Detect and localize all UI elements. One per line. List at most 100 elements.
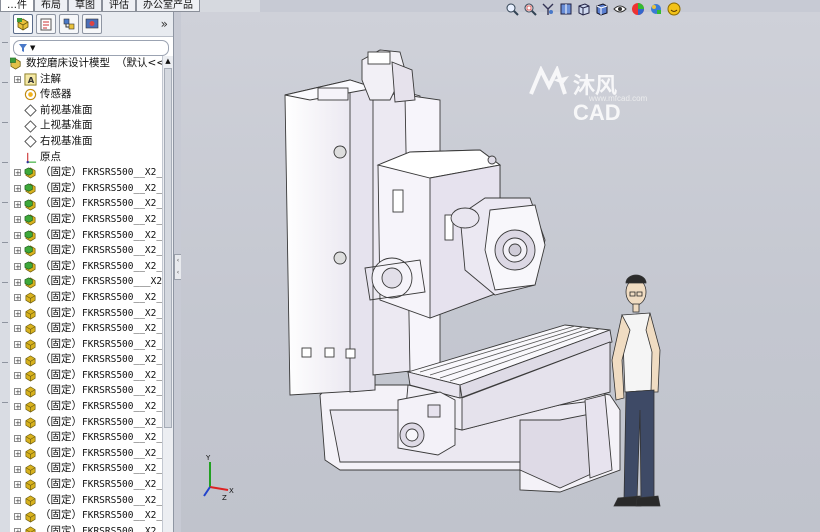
tree-item-label: 原点	[40, 150, 61, 163]
component-fixed-prefix: （固定）	[40, 353, 82, 366]
component-row[interactable]: + （固定）FKRSRS500__X2_0	[10, 493, 168, 509]
tree-item-annotation[interactable]: + A 注解	[10, 72, 163, 88]
component-row[interactable]: + （固定）FKRSRS500__X2_0	[10, 212, 168, 228]
tree-filter[interactable]: ▼	[13, 40, 169, 56]
display-settings-icon[interactable]	[667, 2, 681, 16]
zoom-area-icon[interactable]	[523, 2, 537, 16]
expand-toggle[interactable]: +	[14, 263, 21, 271]
component-row[interactable]: + （固定）FKRSRS500__X2_0	[10, 165, 168, 181]
component-fixed-prefix: （固定）	[40, 368, 82, 381]
expand-toggle[interactable]: +	[14, 247, 21, 255]
expand-toggle[interactable]: +	[14, 200, 21, 208]
part-yellow-icon	[25, 417, 36, 429]
component-row[interactable]: + （固定）FKRSRS500__X2_0	[10, 446, 168, 462]
component-row[interactable]: + （固定）FKRSRS500__X2_0	[10, 430, 168, 446]
expand-toggle[interactable]: +	[14, 309, 21, 317]
expand-toggle[interactable]: +	[14, 294, 21, 302]
tab-office-products[interactable]: 办公室产品	[136, 0, 200, 12]
scroll-up-icon[interactable]: ▲	[163, 56, 173, 66]
tree-item-origin[interactable]: 原点	[10, 150, 163, 166]
component-name: FKRSRS500__X2_0	[82, 198, 168, 210]
part-yellow-icon	[25, 526, 36, 532]
expand-toggle[interactable]: +	[14, 418, 21, 426]
expand-toggle[interactable]: +	[14, 403, 21, 411]
tree-root[interactable]: 数控磨床设计模型 （默认<<	[10, 56, 166, 72]
tree-scrollbar[interactable]: ▲	[162, 56, 173, 532]
component-row[interactable]: + （固定）FKRSRS500__X2_0	[10, 196, 168, 212]
expand-toggle[interactable]: +	[14, 387, 21, 395]
component-row[interactable]: + （固定）FKRSRS500__X2_0	[10, 181, 168, 197]
component-row[interactable]: + （固定）FKRSRS500__X2_0	[10, 321, 168, 337]
part-yellow-icon	[25, 323, 36, 335]
annotation-icon: A	[24, 73, 37, 86]
expand-toggle[interactable]: +	[14, 216, 21, 224]
component-row[interactable]: + （固定）FKRSRS500__X2_0	[10, 368, 168, 384]
component-row[interactable]: + （固定）FKRSRS500__X2_0	[10, 306, 168, 322]
expand-toggle[interactable]: +	[14, 465, 21, 473]
component-row[interactable]: + （固定）FKRSRS500__X2_0	[10, 290, 168, 306]
component-row[interactable]: + （固定）FKRSRS500__X2_0	[10, 259, 168, 275]
tab-layout[interactable]: 布局	[34, 0, 68, 12]
expand-toggle[interactable]: +	[14, 75, 21, 83]
graphics-viewport[interactable]: Y X Z 沐风CAD www.mfcad.com	[181, 12, 820, 532]
expand-toggle[interactable]: +	[14, 496, 21, 504]
expand-toggle[interactable]: +	[14, 325, 21, 333]
scene-icon[interactable]	[649, 2, 663, 16]
configuration-manager-tab[interactable]	[59, 14, 79, 34]
part-green-icon	[24, 183, 36, 195]
component-fixed-prefix: （固定）	[40, 275, 82, 288]
hide-show-icon[interactable]	[613, 2, 627, 16]
expand-toggle[interactable]: +	[14, 278, 21, 286]
expand-toggle[interactable]: +	[14, 340, 21, 348]
expand-toggle[interactable]: +	[14, 481, 21, 489]
view-orientation-icon[interactable]	[577, 2, 591, 16]
expand-toggle[interactable]: +	[14, 512, 21, 520]
component-row[interactable]: + （固定）FKRSRS500__X2_0	[10, 524, 168, 532]
tree-item-plane[interactable]: 右视基准面	[10, 134, 163, 150]
edit-appearance-icon[interactable]	[631, 2, 645, 16]
component-row[interactable]: + （固定）FKRSRS500__X2_0	[10, 399, 168, 415]
expand-toggle[interactable]: +	[14, 372, 21, 380]
root-config: （默认<<	[116, 57, 166, 69]
display-manager-icon	[85, 18, 99, 29]
component-row[interactable]: + （固定）FKRSRS500__X2_0	[10, 383, 168, 399]
expand-toggle[interactable]: +	[14, 450, 21, 458]
expand-toggle[interactable]: +	[14, 356, 21, 364]
component-row[interactable]: + （固定） FKRSRS500___X2_	[10, 274, 168, 290]
expand-toggle[interactable]: +	[14, 528, 21, 532]
display-manager-tab[interactable]	[82, 14, 102, 34]
component-row[interactable]: + （固定）FKRSRS500__X2_0	[10, 243, 168, 259]
tree-item-plane[interactable]: 上视基准面	[10, 118, 163, 134]
tab-assembly[interactable]: …件	[0, 0, 34, 12]
previous-view-icon[interactable]	[541, 2, 555, 16]
section-view-icon[interactable]	[559, 2, 573, 16]
property-manager-tab[interactable]	[36, 14, 56, 34]
expand-toggle[interactable]: +	[14, 434, 21, 442]
component-name: FKRSRS500__X2_0	[82, 385, 168, 397]
expand-toggle[interactable]: +	[14, 231, 21, 239]
component-row[interactable]: + （固定）FKRSRS500__X2_0	[10, 337, 168, 353]
part-yellow-icon	[25, 339, 36, 351]
zoom-to-fit-icon[interactable]	[505, 2, 519, 16]
plane-icon	[24, 104, 37, 117]
tab-evaluate[interactable]: 评估	[102, 0, 136, 12]
display-style-icon[interactable]	[595, 2, 609, 16]
component-row[interactable]: + （固定）FKRSRS500__X2_0	[10, 477, 168, 493]
tree-item-plane[interactable]: 前视基准面	[10, 103, 163, 119]
feature-tree-tab[interactable]	[13, 14, 33, 34]
component-row[interactable]: + （固定）FKRSRS500__X2_0	[10, 508, 168, 524]
expand-toggle[interactable]: +	[14, 169, 21, 177]
root-label: 数控磨床设计模型	[26, 57, 110, 69]
scroll-thumb[interactable]	[164, 68, 172, 428]
part-yellow-icon	[25, 510, 36, 522]
panel-expand-button[interactable]: »	[161, 17, 168, 31]
tab-sketch[interactable]: 草图	[68, 0, 102, 12]
component-row[interactable]: + （固定）FKRSRS500__X2_0	[10, 415, 168, 431]
component-row[interactable]: + （固定）FKRSRS500__X2_0	[10, 228, 168, 244]
component-row[interactable]: + （固定）FKRSRS500__X2_0	[10, 461, 168, 477]
expand-toggle[interactable]: +	[14, 185, 21, 193]
component-row[interactable]: + （固定）FKRSRS500__X2_0	[10, 352, 168, 368]
machine-model[interactable]: Y X Z	[181, 12, 820, 532]
tree-item-sensor[interactable]: 传感器	[10, 87, 163, 103]
part-yellow-icon	[25, 464, 36, 476]
